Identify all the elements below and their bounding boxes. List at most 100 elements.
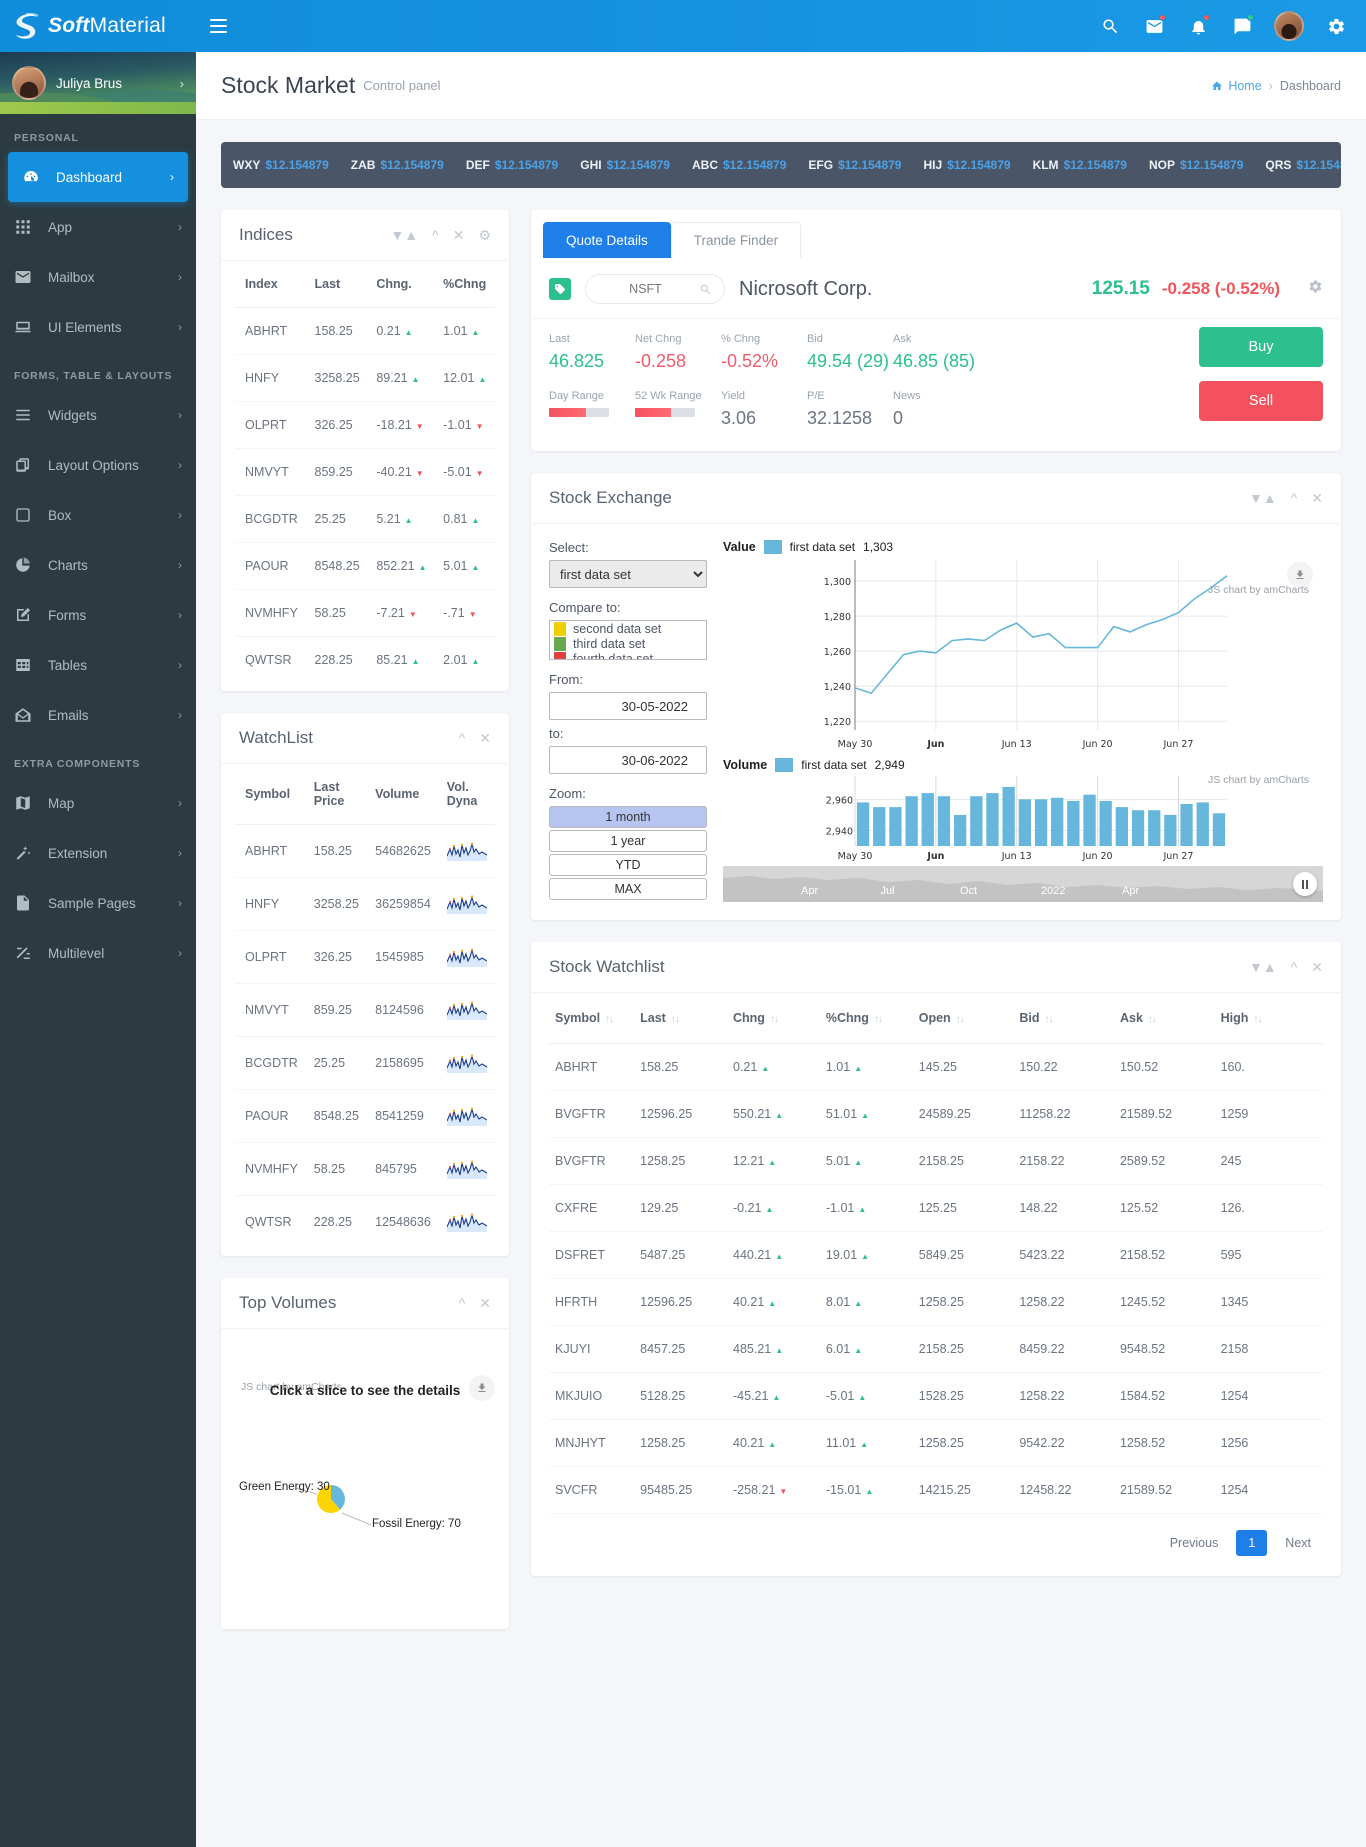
quote-stat-value: -0.258: [635, 351, 687, 371]
dataset-select[interactable]: first data setsecond data setthird data …: [549, 560, 707, 588]
pagination-previous[interactable]: Previous: [1158, 1530, 1231, 1556]
sidebar-item-label: Dashboard: [56, 169, 123, 185]
swl-open: 14215.25: [912, 1466, 1014, 1514]
swl-col-label: Open: [918, 1011, 951, 1025]
ticker-item[interactable]: NOP $12.154879: [1149, 158, 1243, 172]
zoom-button-1-month[interactable]: 1 month: [549, 806, 707, 828]
sidebar-item-widgets[interactable]: Widgets ›: [0, 390, 196, 440]
watchlist-col-header: Symbol: [235, 764, 306, 825]
ticker-value: $12.154879: [1179, 158, 1244, 172]
avatar[interactable]: [1274, 11, 1304, 41]
gear-icon[interactable]: [1324, 14, 1348, 38]
sidebar-item-mailbox[interactable]: Mailbox ›: [0, 252, 196, 302]
ticker-item[interactable]: GHI $12.154879: [580, 158, 670, 172]
swl-last: 1258.25: [634, 1137, 727, 1185]
swl-col-header[interactable]: %Chng ↑↓: [819, 993, 913, 1044]
close-icon[interactable]: ✕: [479, 1296, 491, 1310]
swl-col-header[interactable]: Ask ↑↓: [1113, 993, 1215, 1044]
search-input[interactable]: [598, 282, 693, 296]
sidebar-user-panel[interactable]: Juliya Brus ›: [0, 52, 196, 114]
buy-button[interactable]: Buy: [1199, 327, 1323, 367]
ticker-item[interactable]: HIJ $12.154879: [923, 158, 1010, 172]
ticker-item[interactable]: DEF $12.154879: [466, 158, 558, 172]
sidebar-item-sample-pages[interactable]: Sample Pages ›: [0, 878, 196, 928]
ticker-item[interactable]: ABC $12.154879: [692, 158, 786, 172]
swl-last: 95485.25: [634, 1466, 727, 1514]
swl-col-header[interactable]: Last ↑↓: [634, 993, 727, 1044]
pagination-next[interactable]: Next: [1273, 1530, 1323, 1556]
swl-bid: 8459.22: [1013, 1325, 1114, 1373]
watchlist-sparkline-cell: [438, 983, 495, 1037]
indices-pct: 12.01: [435, 354, 495, 402]
swl-pct: 19.01: [819, 1231, 913, 1279]
swl-col-header[interactable]: High ↑↓: [1214, 993, 1323, 1044]
ticker-item[interactable]: WXY $12.154879: [233, 158, 329, 172]
sidebar-item-forms[interactable]: Forms ›: [0, 590, 196, 640]
ticker-item[interactable]: ZAB $12.154879: [351, 158, 444, 172]
collapse-icon[interactable]: ^: [432, 228, 439, 242]
sidebar-item-tables[interactable]: Tables ›: [0, 640, 196, 690]
swl-col-header[interactable]: Open ↑↓: [912, 993, 1014, 1044]
sidebar-item-multilevel[interactable]: Multilevel ›: [0, 928, 196, 978]
search-icon[interactable]: [1098, 14, 1122, 38]
bar: [1099, 800, 1112, 846]
compare-option[interactable]: second data set: [550, 621, 706, 636]
watchlist-volume: 12548636: [375, 1215, 431, 1229]
chat-icon[interactable]: [1230, 14, 1254, 38]
symbol-search-box[interactable]: [585, 274, 725, 304]
zoom-button-max[interactable]: MAX: [549, 878, 707, 900]
pagination-page-1[interactable]: 1: [1236, 1530, 1268, 1556]
expand-icon[interactable]: ▼▲: [1249, 960, 1277, 974]
swl-col-label: Bid: [1019, 1011, 1040, 1025]
swl-ask: 2589.52: [1113, 1137, 1215, 1185]
chart-scrollbar[interactable]: Apr Jul Oct 2022 Apr: [723, 866, 1323, 902]
sidebar-item-dashboard[interactable]: Dashboard ›: [8, 152, 188, 202]
ticker-item[interactable]: QRS $12.154879: [1265, 158, 1341, 172]
compare-option[interactable]: fourth data set: [550, 651, 706, 659]
swl-col-header[interactable]: Chng ↑↓: [727, 993, 820, 1044]
compare-listbox[interactable]: second data set third data set fourth data…: [549, 620, 707, 660]
sidebar-item-box[interactable]: Box ›: [0, 490, 196, 540]
tag-icon[interactable]: [549, 278, 571, 300]
collapse-icon[interactable]: ^: [459, 731, 466, 745]
tab-quote-details[interactable]: Quote Details: [543, 222, 671, 258]
ticker-item[interactable]: KLM $12.154879: [1033, 158, 1127, 172]
gear-icon[interactable]: ⚙: [478, 228, 491, 242]
collapse-icon[interactable]: ^: [1291, 491, 1298, 505]
expand-icon[interactable]: ▼▲: [1249, 491, 1277, 505]
sidebar-item-charts[interactable]: Charts ›: [0, 540, 196, 590]
swl-col-header[interactable]: Symbol ↑↓: [549, 993, 635, 1044]
from-date-input[interactable]: [549, 692, 707, 720]
zoom-button-1-year[interactable]: 1 year: [549, 830, 707, 852]
close-icon[interactable]: ✕: [453, 228, 465, 242]
to-date-input[interactable]: [549, 746, 707, 774]
mail-icon[interactable]: [1142, 14, 1166, 38]
scrollbar-pause-handle[interactable]: [1293, 872, 1317, 896]
tab-trande-finder[interactable]: Trande Finder: [670, 222, 802, 258]
indices-last: 3258.25: [306, 354, 369, 402]
zoom-button-ytd[interactable]: YTD: [549, 854, 707, 876]
expand-icon[interactable]: ▼▲: [390, 228, 418, 242]
close-icon[interactable]: ✕: [1311, 960, 1323, 974]
collapse-icon[interactable]: ^: [1291, 960, 1298, 974]
swl-col-header[interactable]: Bid ↑↓: [1013, 993, 1114, 1044]
watchlist-card: WatchList ^ ✕ Symbol Last Price Volume Vol.…: [221, 713, 509, 1256]
sidebar-item-extension[interactable]: Extension ›: [0, 828, 196, 878]
compare-option[interactable]: third data set: [550, 636, 706, 651]
sidebar-item-map[interactable]: Map ›: [0, 778, 196, 828]
breadcrumb-home[interactable]: Home: [1211, 79, 1262, 93]
sidebar-item-emails[interactable]: Emails ›: [0, 690, 196, 740]
gear-icon[interactable]: [1308, 279, 1323, 299]
bell-icon[interactable]: [1186, 14, 1210, 38]
sidebar-item-layout-options[interactable]: Layout Options ›: [0, 440, 196, 490]
collapse-icon[interactable]: ^: [459, 1296, 466, 1310]
sidebar-item-ui-elements[interactable]: UI Elements ›: [0, 302, 196, 352]
ticker-item[interactable]: EFG $12.154879: [808, 158, 901, 172]
sidebar-item-app[interactable]: App ›: [0, 202, 196, 252]
close-icon[interactable]: ✕: [1311, 491, 1323, 505]
close-icon[interactable]: ✕: [479, 731, 491, 745]
swl-chng: 40.21: [727, 1278, 820, 1326]
sidebar-section-header: EXTRA COMPONENTS: [14, 758, 141, 770]
sidebar-toggle-button[interactable]: [210, 13, 236, 39]
brand-logo-area[interactable]: SoftMaterial: [0, 0, 196, 52]
